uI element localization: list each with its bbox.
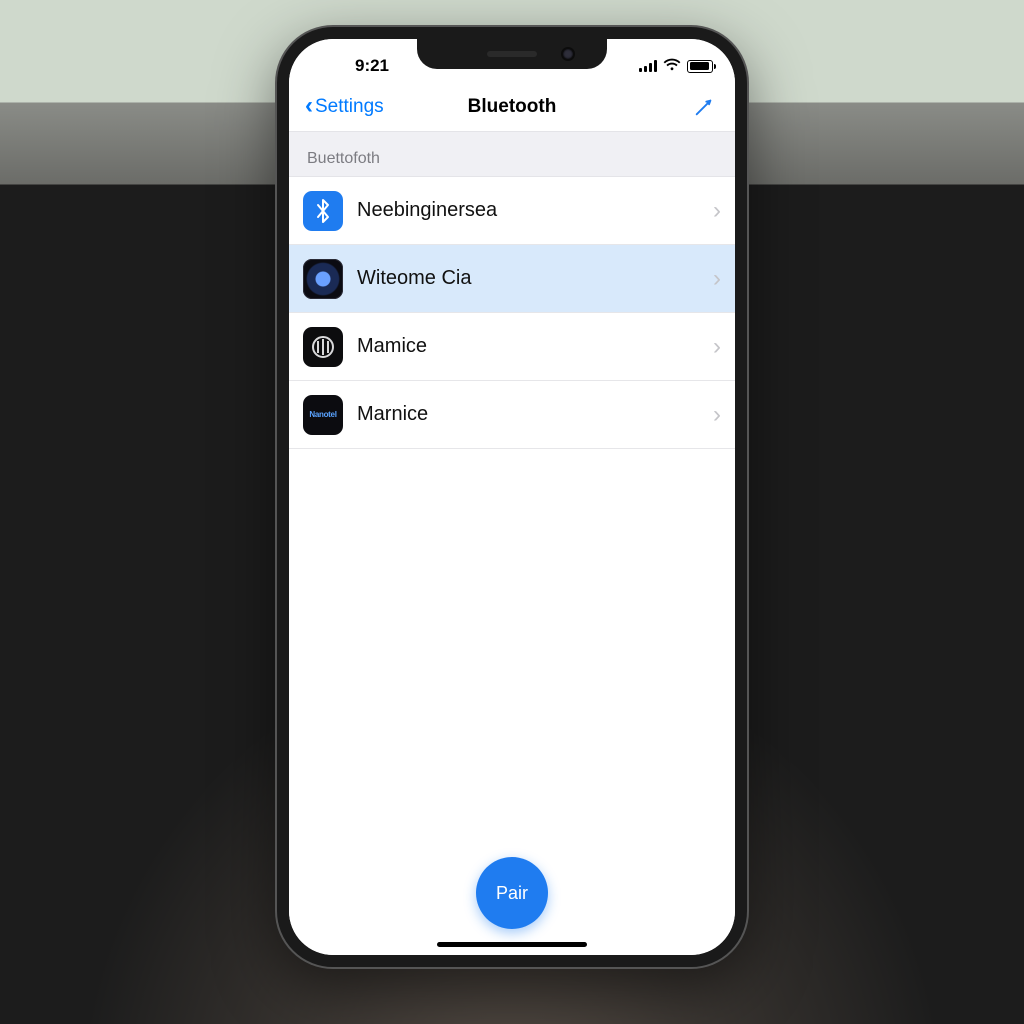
cellular-signal-icon <box>639 60 657 72</box>
status-time: 9:21 <box>317 56 427 76</box>
device-list: Neebinginersea › Witeome Cia › Mamice › <box>289 177 735 449</box>
section-header: Buettofoth <box>289 131 735 177</box>
brand-label-icon: Nanotel <box>303 395 343 435</box>
screen: 9:21 ‹ Settings Bluetooth <box>289 39 735 955</box>
device-row-0[interactable]: Neebinginersea › <box>289 177 735 245</box>
camera-lens-icon <box>303 259 343 299</box>
device-row-2[interactable]: Mamice › <box>289 313 735 381</box>
wifi-icon <box>663 58 681 75</box>
device-row-1[interactable]: Witeome Cia › <box>289 245 735 313</box>
back-button[interactable]: ‹ Settings <box>299 91 390 123</box>
device-row-3[interactable]: Nanotel Marnice › <box>289 381 735 449</box>
bluetooth-icon <box>303 191 343 231</box>
chevron-right-icon: › <box>713 197 721 225</box>
status-indicators <box>639 58 713 75</box>
chevron-right-icon: › <box>713 265 721 293</box>
device-label: Marnice <box>357 403 713 426</box>
device-label: Mamice <box>357 335 713 358</box>
chevron-right-icon: › <box>713 401 721 429</box>
chevron-left-icon: ‹ <box>305 94 313 118</box>
device-label: Witeome Cia <box>357 267 713 290</box>
phone-notch <box>417 39 607 69</box>
device-label: Neebinginersea <box>357 199 713 222</box>
compass-icon <box>693 96 715 118</box>
nav-action-button[interactable] <box>683 90 725 124</box>
navigation-bar: ‹ Settings Bluetooth <box>289 83 735 131</box>
chevron-right-icon: › <box>713 333 721 361</box>
home-indicator[interactable] <box>437 942 587 947</box>
speaker-icon <box>303 327 343 367</box>
back-button-label: Settings <box>315 96 384 118</box>
battery-icon <box>687 60 713 73</box>
phone-frame: 9:21 ‹ Settings Bluetooth <box>277 27 747 967</box>
pair-button[interactable]: Pair <box>476 857 548 929</box>
